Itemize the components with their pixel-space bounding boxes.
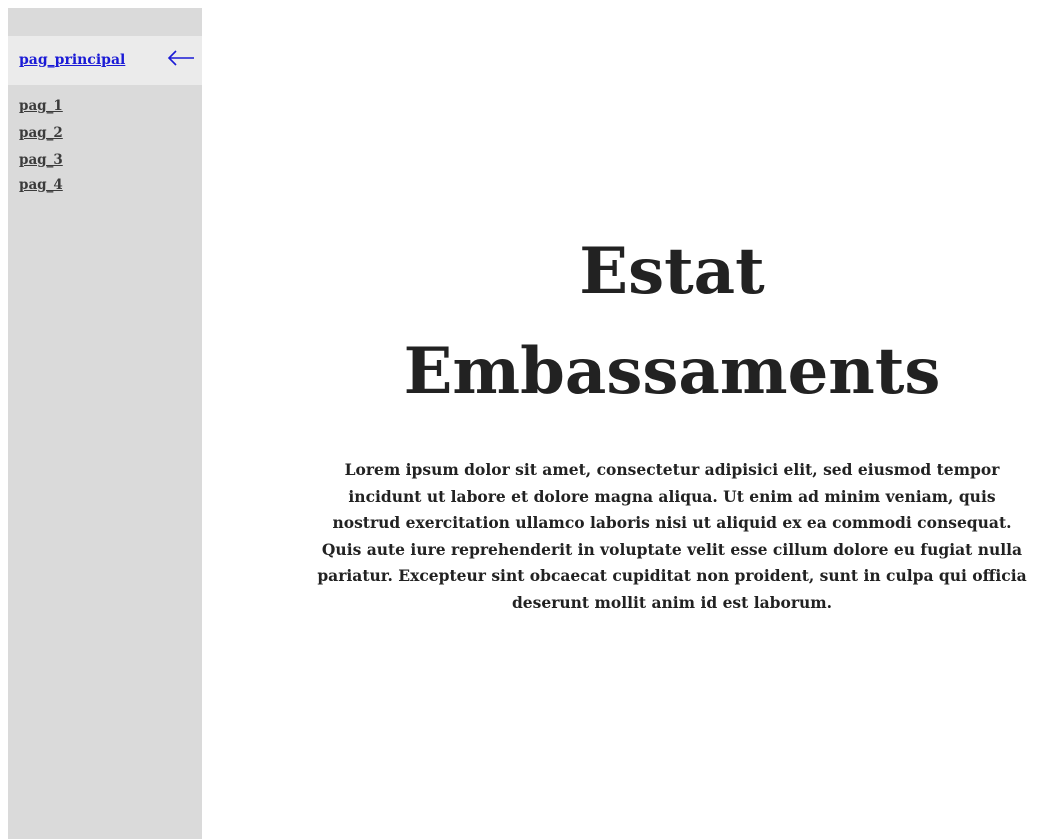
sidebar-nav-list: pag_1 pag_2 pag_3 pag_4 bbox=[19, 95, 63, 201]
sidebar-item-pag-1: pag_1 bbox=[19, 95, 63, 122]
left-arrow-icon bbox=[167, 50, 194, 66]
page-title-line-1: Estat bbox=[579, 234, 765, 309]
sidebar-item-pag-3: pag_3 bbox=[19, 149, 63, 174]
intro-paragraph: Lorem ipsum dolor sit amet, consectetur … bbox=[317, 460, 1027, 612]
page: pag_principal pag_1 pag_2 pag_3 pag_4 Es… bbox=[0, 0, 1037, 839]
page-title-line-2: Embassaments bbox=[403, 334, 941, 409]
sidebar-link-pag-principal[interactable]: pag_principal bbox=[19, 52, 125, 68]
sidebar-item-pag-4: pag_4 bbox=[19, 174, 63, 201]
sidebar: pag_principal pag_1 pag_2 pag_3 pag_4 bbox=[8, 8, 202, 839]
sidebar-link-pag-4[interactable]: pag_4 bbox=[19, 177, 63, 193]
sidebar-link-pag-1[interactable]: pag_1 bbox=[19, 98, 63, 114]
page-title: Estat Embassaments bbox=[202, 222, 1037, 422]
main-content: Estat Embassaments Lorem ipsum dolor sit… bbox=[202, 0, 1037, 839]
sidebar-item-pag-2: pag_2 bbox=[19, 122, 63, 149]
sidebar-item-active: pag_principal bbox=[8, 36, 202, 85]
sidebar-link-pag-2[interactable]: pag_2 bbox=[19, 125, 63, 141]
sidebar-link-pag-3[interactable]: pag_3 bbox=[19, 152, 63, 168]
